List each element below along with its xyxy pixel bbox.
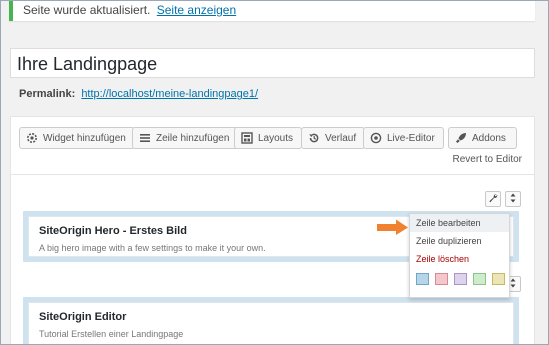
wrench-icon [488,190,498,208]
live-editor-button[interactable]: Live-Editor [363,127,444,149]
color-swatch-2[interactable] [435,273,448,285]
live-editor-label: Live-Editor [387,132,435,144]
history-button[interactable]: Verlauf [301,127,366,149]
permalink-label: Permalink: [19,88,76,100]
editor-frame: Seite wurde aktualisiert. Seite anzeigen… [0,0,549,345]
menu-duplicate-row[interactable]: Zeile duplizieren [410,232,509,250]
pointer-arrow-icon [377,219,408,235]
page-builder-toolbar: Widget hinzufügen Zeile hinzufügen Layou… [10,116,535,176]
add-row-label: Zeile hinzufügen [156,132,230,144]
post-title-input[interactable]: Ihre Landingpage [10,48,535,78]
layouts-label: Layouts [258,132,294,144]
update-notice: Seite wurde aktualisiert. Seite anzeigen [9,1,535,21]
row-settings-button[interactable] [485,191,501,207]
add-widget-label: Widget hinzufügen [43,132,126,144]
add-widget-button[interactable]: Widget hinzufügen [19,127,135,149]
addons-label: Addons [472,132,506,144]
builder-row: SiteOrigin Editor Tutorial Erstellen ein… [23,297,519,344]
permalink-url[interactable]: http://localhost/meine-landingpage1/ [81,88,258,100]
permalink: Permalink: http://localhost/meine-landin… [19,88,258,100]
color-swatch-1[interactable] [416,273,429,285]
move-vertical-icon [509,190,517,208]
color-swatch-5[interactable] [492,273,505,285]
addons-button[interactable]: Addons [448,127,517,149]
color-swatch-4[interactable] [473,273,486,285]
revert-to-editor-link[interactable]: Revert to Editor [453,154,522,165]
gear-icon [26,132,38,144]
rocket-icon [455,132,467,144]
widget-editor[interactable]: SiteOrigin Editor Tutorial Erstellen ein… [28,302,514,344]
menu-delete-row[interactable]: Zeile löschen [410,250,509,268]
row-move-handle[interactable] [505,191,521,207]
layout-icon [241,132,253,144]
widget-description: Tutorial Erstellen einer Landingpage [39,329,184,339]
history-label: Verlauf [325,132,357,144]
add-row-button[interactable]: Zeile hinzufügen [132,127,239,149]
layouts-button[interactable]: Layouts [234,127,303,149]
move-vertical-icon [509,275,517,293]
rows-icon [139,132,151,144]
eye-icon [370,132,382,144]
view-page-link[interactable]: Seite anzeigen [157,3,236,17]
widget-title: SiteOrigin Editor [39,311,127,323]
history-icon [308,132,320,144]
row-color-swatches [410,268,509,285]
notice-text: Seite wurde aktualisiert. [23,3,151,17]
color-swatch-3[interactable] [454,273,467,285]
menu-edit-row[interactable]: Zeile bearbeiten [410,214,509,232]
row-settings-menu: Zeile bearbeiten Zeile duplizieren Zeile… [409,213,510,298]
